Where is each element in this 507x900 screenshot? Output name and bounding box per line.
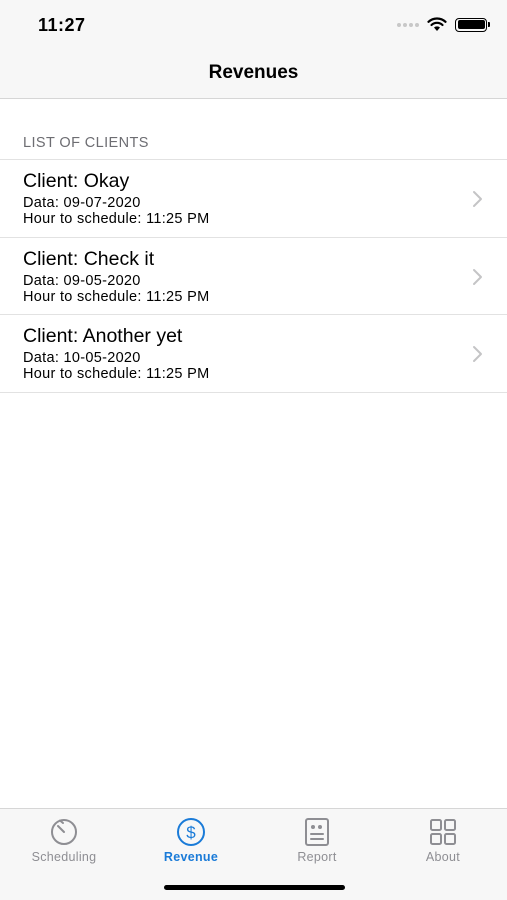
timer-icon (51, 819, 77, 845)
report-icon (305, 818, 329, 846)
navigation-bar: Revenues (0, 48, 507, 99)
client-date: Data: 10-05-2020 (23, 350, 141, 366)
status-time: 11:27 (38, 15, 86, 35)
client-list: Client: Okay Data: 09-07-2020 Hour to sc… (0, 159, 507, 393)
section-header: LIST OF CLIENTS (23, 135, 149, 151)
status-icons (397, 17, 490, 32)
tab-scheduling[interactable]: Scheduling (14, 817, 114, 864)
grid-icon (430, 819, 456, 845)
home-indicator[interactable] (164, 885, 345, 890)
tab-label: About (425, 850, 461, 864)
client-hour: Hour to schedule: 11:25 PM (23, 211, 210, 227)
chevron-right-icon (473, 268, 482, 285)
dollar-circle-icon: $ (177, 818, 205, 846)
wifi-icon (427, 17, 447, 31)
client-date: Data: 09-07-2020 (23, 195, 141, 211)
tab-about[interactable]: About (393, 817, 493, 864)
battery-icon (455, 17, 490, 32)
svg-text:$: $ (186, 823, 196, 842)
page-title: Revenues (208, 62, 299, 83)
chevron-right-icon (473, 191, 482, 207)
tab-label: Report (297, 850, 337, 864)
client-hour: Hour to schedule: 11:25 PM (23, 366, 210, 382)
client-date: Data: 09-05-2020 (23, 272, 141, 289)
status-bar: 11:27 (0, 0, 507, 48)
client-hour: Hour to schedule: 11:25 PM (23, 288, 210, 305)
client-row[interactable]: Client: Another yet Data: 10-05-2020 Hou… (0, 315, 507, 393)
cellular-signal-icon (397, 22, 419, 27)
tab-label: Revenue (163, 850, 219, 864)
chevron-right-icon (473, 346, 482, 362)
tab-label: Scheduling (31, 850, 97, 864)
client-name: Client: Another yet (23, 325, 183, 347)
tab-report[interactable]: Report (267, 817, 367, 864)
tab-revenue[interactable]: $ Revenue (141, 817, 241, 864)
client-row[interactable]: Client: Okay Data: 09-07-2020 Hour to sc… (0, 160, 507, 238)
client-name: Client: Okay (23, 170, 130, 192)
client-row[interactable]: Client: Check it Data: 09-05-2020 Hour t… (0, 238, 507, 315)
client-name: Client: Check it (23, 247, 155, 270)
